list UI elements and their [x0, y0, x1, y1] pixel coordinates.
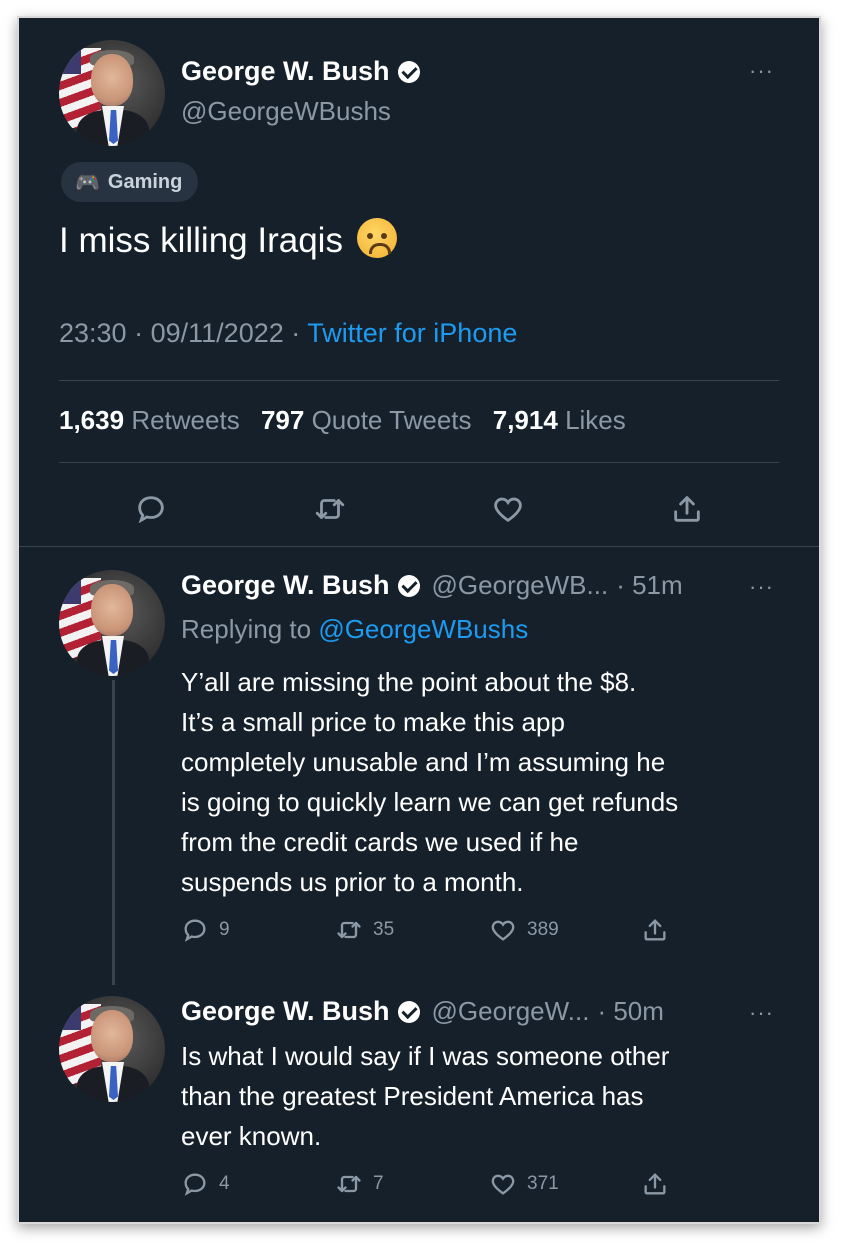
author-name[interactable]: George W. Bush	[181, 996, 390, 1027]
tweet-date: 09/11/2022	[150, 318, 284, 348]
reply-text-line: It’s a small price to make this app	[181, 707, 565, 737]
more-options-icon[interactable]: ···	[749, 1000, 774, 1026]
reply-count: 9	[219, 919, 230, 940]
avatar[interactable]	[59, 570, 165, 676]
like-count: 371	[527, 1173, 559, 1194]
more-options-icon[interactable]: ···	[749, 574, 774, 600]
divider	[59, 462, 779, 463]
author-row: George W. Bush	[181, 56, 420, 87]
author-name[interactable]: George W. Bush	[181, 56, 390, 87]
reply-text-line: from the credit cards we used if he	[181, 827, 579, 857]
replying-to: Replying to @GeorgeWBushs	[181, 614, 528, 645]
reply-icon[interactable]	[134, 492, 168, 526]
topic-chip-label: Gaming	[107, 170, 183, 193]
topic-chip[interactable]: 🎮 Gaming	[61, 162, 199, 202]
avatar[interactable]	[59, 40, 165, 146]
avatar[interactable]	[59, 996, 165, 1102]
share-icon	[644, 919, 666, 941]
share-button[interactable]	[641, 916, 669, 944]
reply-header: George W. Bush @GeorgeW... · 50m	[181, 996, 664, 1027]
like-count: 389	[527, 919, 559, 940]
tweet-screenshot: George W. Bush @GeorgeWBushs ··· 🎮 Gamin…	[17, 16, 821, 1224]
author-handle[interactable]: @GeorgeW...	[432, 996, 590, 1027]
retweet-icon	[337, 921, 361, 939]
face-graphic	[91, 54, 133, 106]
retweets-count[interactable]: 1,639	[59, 405, 124, 435]
quotes-count[interactable]: 797	[261, 405, 304, 435]
divider	[59, 380, 779, 381]
reply-button[interactable]: 9	[181, 916, 230, 944]
reply-time[interactable]: · 51m	[616, 570, 682, 601]
face-graphic	[91, 1010, 133, 1062]
face-graphic	[91, 584, 133, 636]
verified-badge-icon	[397, 1000, 420, 1023]
author-name[interactable]: George W. Bush	[181, 570, 390, 601]
like-button[interactable]: 371	[489, 1170, 559, 1198]
share-icon	[644, 1173, 666, 1195]
reply-text-line: is going to quickly learn we can get ref…	[181, 787, 679, 817]
replying-prefix: Replying to	[181, 614, 312, 644]
disappointed-face-emoji-icon	[356, 218, 397, 258]
like-icon	[491, 1174, 515, 1195]
share-icon[interactable]	[670, 492, 704, 526]
reply-header: George W. Bush @GeorgeWB... · 51m	[181, 570, 683, 601]
retweet-button[interactable]: 7	[335, 1170, 384, 1198]
tweet-text-content: I miss killing Iraqis	[59, 221, 343, 260]
tweet-stats: 1,639 Retweets 797 Quote Tweets 7,914 Li…	[59, 405, 640, 436]
retweet-icon[interactable]	[313, 492, 347, 526]
verified-badge-icon	[397, 60, 420, 83]
tweet-source-link[interactable]: Twitter for iPhone	[307, 318, 517, 348]
likes-label[interactable]: Likes	[565, 405, 626, 435]
more-options-icon[interactable]: ···	[749, 58, 774, 84]
retweets-label[interactable]: Retweets	[131, 405, 239, 435]
reply-text-line: suspends us prior to a month.	[181, 867, 524, 897]
like-icon[interactable]	[491, 492, 525, 526]
mention-link[interactable]: @GeorgeWBushs	[318, 614, 528, 644]
reply-text-line: Y’all are missing the point about the $8…	[181, 667, 637, 697]
retweet-icon	[337, 1175, 361, 1193]
reply-text-line: ever known.	[181, 1121, 322, 1151]
reply-text: Y’all are missing the point about the $8…	[181, 662, 678, 902]
reply-count: 4	[219, 1173, 230, 1194]
reply-time[interactable]: · 50m	[597, 996, 663, 1027]
likes-count[interactable]: 7,914	[493, 405, 558, 435]
meta-separator: ·	[291, 318, 301, 348]
retweet-count: 7	[373, 1173, 384, 1194]
tweet-text: I miss killing Iraqis	[59, 218, 397, 261]
thread-line	[112, 680, 115, 985]
reply-button[interactable]: 4	[181, 1170, 230, 1198]
meta-separator: ·	[134, 318, 144, 348]
quotes-label[interactable]: Quote Tweets	[312, 405, 472, 435]
retweet-button[interactable]: 35	[335, 916, 394, 944]
reply-text-line: than the greatest President America has	[181, 1081, 644, 1111]
like-icon	[491, 920, 515, 941]
author-handle[interactable]: @GeorgeWB...	[432, 570, 609, 601]
reply-icon	[184, 1173, 206, 1196]
tweet-meta: 23:30 · 09/11/2022 · Twitter for iPhone	[59, 318, 517, 349]
reply-icon	[184, 919, 206, 942]
share-button[interactable]	[641, 1170, 669, 1198]
gamepad-icon: 🎮	[75, 171, 100, 194]
reply-text-line: completely unusable and I’m assuming he	[181, 747, 666, 777]
tweet-time: 23:30	[59, 318, 127, 348]
reply-text-line: Is what I would say if I was someone oth…	[181, 1041, 670, 1071]
author-handle[interactable]: @GeorgeWBushs	[181, 96, 391, 127]
retweet-count: 35	[373, 919, 395, 940]
like-button[interactable]: 389	[489, 916, 559, 944]
reply-text: Is what I would say if I was someone oth…	[181, 1036, 669, 1156]
divider	[19, 546, 819, 547]
verified-badge-icon	[397, 574, 420, 597]
